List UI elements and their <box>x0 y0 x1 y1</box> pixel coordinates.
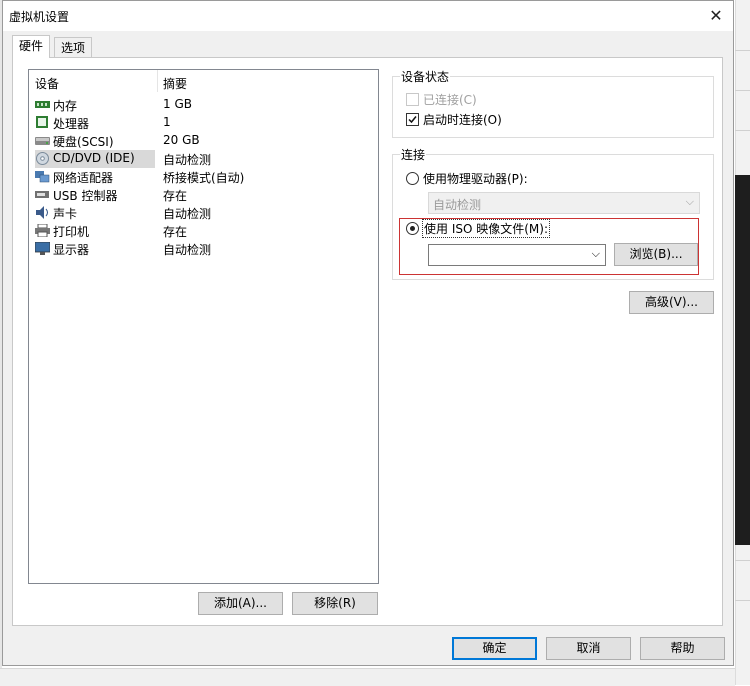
connect-at-power-on-label: 启动时连接(O) <box>423 113 502 127</box>
device-status-title: 设备状态 <box>400 68 451 85</box>
device-name: 处理器 <box>53 117 90 131</box>
device-name: 硬盘(SCSI) <box>53 135 114 149</box>
memory-icon <box>35 101 50 108</box>
background-app-dark-panel <box>735 175 750 545</box>
connected-checkbox[interactable] <box>406 93 419 106</box>
sound-card-icon <box>36 206 48 219</box>
device-name: CD/DVD (IDE) <box>53 151 135 165</box>
advanced-button[interactable]: 高级(V)... <box>629 291 714 314</box>
physical-drive-select[interactable]: 自动检测 ⌵ <box>428 192 700 214</box>
tab-options[interactable]: 选项 <box>54 37 93 57</box>
connection-title: 连接 <box>400 146 427 163</box>
device-summary: 20 GB <box>163 133 200 147</box>
physical-drive-radio[interactable] <box>406 172 419 185</box>
device-row-usb[interactable]: USB 控制器 存在 <box>31 186 376 204</box>
usb-icon <box>35 191 49 198</box>
device-name: 内存 <box>53 99 78 113</box>
device-summary: 1 GB <box>163 97 192 111</box>
physical-drive-value: 自动检测 <box>433 198 482 212</box>
device-row-hard-disk[interactable]: 硬盘(SCSI) 20 GB <box>31 132 376 150</box>
device-summary: 自动检测 <box>163 207 212 221</box>
device-row-cd-dvd[interactable]: CD/DVD (IDE) 自动检测 <box>31 150 376 168</box>
column-header-device[interactable]: 设备 <box>35 75 59 92</box>
column-divider[interactable] <box>157 70 158 92</box>
tab-hardware[interactable]: 硬件 <box>12 35 51 58</box>
device-row-cpu[interactable]: 处理器 1 <box>31 114 376 132</box>
vm-settings-dialog: 虚拟机设置 ✕ 硬件 选项 设备 摘要 内存 1 GB 处理器 1 硬盘(SCS… <box>2 0 734 666</box>
device-status-group: 设备状态 已连接(C) 启动时连接(O) <box>392 68 714 138</box>
device-row-network-adapter[interactable]: 网络适配器 桥接模式(自动) <box>31 168 376 186</box>
close-button[interactable]: ✕ <box>703 4 729 28</box>
device-summary: 存在 <box>163 225 188 239</box>
column-header-summary[interactable]: 摘要 <box>163 75 187 92</box>
display-icon <box>35 242 50 255</box>
background-divider <box>735 600 750 601</box>
background-taskbar-strip <box>0 668 735 686</box>
device-name: 声卡 <box>53 207 78 221</box>
device-row-memory[interactable]: 内存 1 GB <box>31 96 376 114</box>
device-row-display[interactable]: 显示器 自动检测 <box>31 240 376 258</box>
add-device-button[interactable]: 添加(A)... <box>198 592 283 615</box>
cpu-icon <box>36 116 48 128</box>
device-summary: 桥接模式(自动) <box>163 171 245 185</box>
device-name: USB 控制器 <box>53 189 118 203</box>
device-list[interactable]: 设备 摘要 内存 1 GB 处理器 1 硬盘(SCSI) 20 GB CD/DV… <box>28 69 379 584</box>
chevron-down-icon: ⌵ <box>685 195 694 208</box>
background-divider <box>735 50 750 51</box>
network-adapter-icon <box>35 171 50 183</box>
checkmark-icon <box>408 116 417 124</box>
remove-device-button[interactable]: 移除(R) <box>292 592 378 615</box>
background-divider <box>735 560 750 561</box>
printer-icon <box>35 224 50 237</box>
cd-dvd-icon <box>36 152 49 165</box>
background-divider <box>735 90 750 91</box>
device-row-sound-card[interactable]: 声卡 自动检测 <box>31 204 376 222</box>
cancel-button[interactable]: 取消 <box>546 637 631 660</box>
device-name: 网络适配器 <box>53 171 114 185</box>
background-divider <box>735 130 750 131</box>
connected-label: 已连接(C) <box>423 93 477 107</box>
hardware-tab-panel: 设备 摘要 内存 1 GB 处理器 1 硬盘(SCSI) 20 GB CD/DV… <box>12 57 723 626</box>
iso-option-highlight-annotation <box>399 218 699 275</box>
device-summary: 自动检测 <box>163 243 212 257</box>
connect-at-power-on-checkbox[interactable] <box>406 113 419 126</box>
help-button[interactable]: 帮助 <box>640 637 725 660</box>
device-summary: 自动检测 <box>163 153 212 167</box>
window-title: 虚拟机设置 <box>9 10 70 24</box>
device-summary: 1 <box>163 115 171 129</box>
physical-drive-label: 使用物理驱动器(P): <box>423 172 528 186</box>
device-name: 打印机 <box>53 225 90 239</box>
device-name: 显示器 <box>53 243 90 257</box>
device-list-header: 设备 摘要 <box>29 70 378 92</box>
ok-button[interactable]: 确定 <box>452 637 537 660</box>
title-bar: 虚拟机设置 ✕ <box>3 1 733 31</box>
device-summary: 存在 <box>163 189 188 203</box>
device-row-printer[interactable]: 打印机 存在 <box>31 222 376 240</box>
hard-disk-icon <box>35 137 50 145</box>
